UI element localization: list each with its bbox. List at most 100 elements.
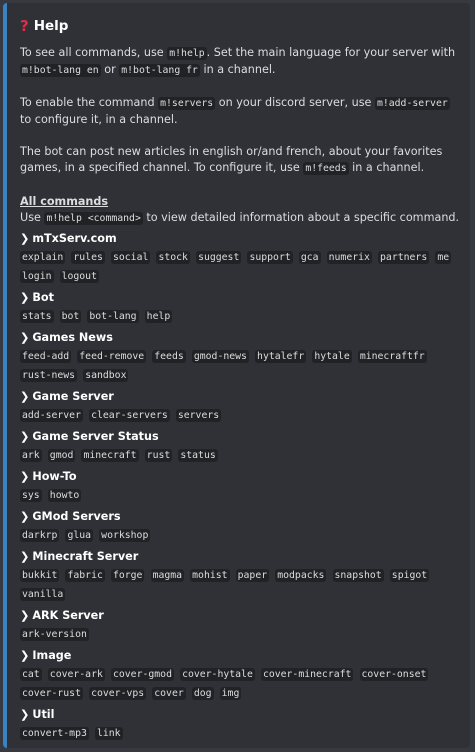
category-name: Game Server Status (32, 430, 159, 443)
help-embed: ? Help To see all commands, use m!help. … (3, 3, 470, 748)
inline-code: m!bot-lang en (20, 64, 101, 77)
command-code: cover (152, 687, 186, 700)
command-code: hytalefr (255, 350, 307, 363)
command-code: suggest (196, 251, 242, 264)
category-name: Util (32, 708, 55, 721)
category-name: Games News (32, 331, 113, 344)
embed-title: ? Help (20, 15, 460, 37)
command-list: add-server clear-servers servers (20, 405, 460, 424)
command-code: rust (144, 449, 173, 462)
command-category: ❯ Util convert-mp3 link (20, 707, 460, 742)
chevron-right-icon: ❯ (20, 430, 30, 443)
chevron-right-icon: ❯ (20, 470, 30, 483)
command-code: sys (20, 489, 42, 502)
command-category: ❯ GMod Servers darkrp glua workshop (20, 509, 460, 544)
category-title: ❯ Util (20, 707, 460, 723)
command-code: minecraftfr (357, 350, 427, 363)
command-code: support (247, 251, 293, 264)
command-list: convert-mp3 link (20, 723, 460, 742)
inline-code: m!add-server (374, 97, 450, 110)
command-code: bot (59, 310, 82, 323)
category-name: Game Server (32, 390, 114, 403)
command-list: bukkit fabric forge magma mohist paper m… (20, 565, 460, 603)
category-title: ❯ GMod Servers (20, 509, 460, 525)
command-code: cover-rust (20, 687, 83, 700)
command-code: add-server (20, 409, 83, 422)
inline-code: m!feeds (303, 162, 349, 175)
category-name: Minecraft Server (32, 550, 139, 563)
chevron-right-icon: ❯ (20, 510, 30, 523)
command-code: partners (378, 251, 430, 264)
command-code: social (110, 251, 151, 264)
command-code: darkrp (20, 529, 60, 542)
chevron-right-icon: ❯ (20, 390, 30, 403)
command-code: stock (156, 251, 190, 264)
command-code: cover-vps (89, 687, 147, 700)
category-name: mTxServ.com (32, 232, 117, 245)
command-code: dog (191, 687, 214, 700)
category-name: Image (32, 649, 72, 662)
command-code: link (94, 727, 123, 740)
command-code: cat (20, 668, 42, 681)
command-code: stats (20, 310, 54, 323)
command-code: spigot (389, 569, 430, 582)
intro-paragraph-3: The bot can post new articles in english… (20, 145, 443, 175)
chevron-right-icon: ❯ (20, 331, 30, 344)
command-code: clear-servers (89, 409, 170, 422)
all-commands-hint: Use m!help <command> to view detailed in… (20, 211, 460, 225)
category-title: ❯ Minecraft Server (20, 549, 460, 565)
command-category: ❯ How-To sys howto (20, 469, 460, 504)
command-code: workshop (99, 529, 151, 542)
chevron-right-icon: ❯ (20, 609, 30, 622)
command-code: feed-remove (77, 350, 147, 363)
command-category: ❯ Game Server add-server clear-servers ser… (20, 389, 460, 424)
command-code: ark (20, 449, 42, 462)
command-list: explain rules social stock suggest suppo… (20, 247, 460, 285)
command-code: explain (20, 251, 66, 264)
command-code: login (20, 270, 54, 283)
command-list: ark-version (20, 624, 460, 643)
command-code: cover-gmod (110, 668, 174, 681)
category-title: ❯ ARK Server (20, 608, 460, 624)
command-list: stats bot bot-lang help (20, 306, 460, 325)
chevron-right-icon: ❯ (20, 232, 30, 245)
command-code: rules (71, 251, 105, 264)
category-name: How-To (32, 470, 77, 483)
command-code: convert-mp3 (20, 727, 89, 740)
command-code: minecraft (81, 449, 139, 462)
category-title: ❯ Game Server Status (20, 429, 460, 445)
intro-paragraph-2: To enable the command m!servers on your … (20, 96, 450, 126)
command-list: ark gmod minecraft rust status (20, 445, 460, 464)
command-code: logout (59, 270, 99, 283)
chevron-right-icon: ❯ (20, 291, 30, 304)
command-category: ❯ ARK Server ark-version (20, 608, 460, 643)
command-code: help (144, 310, 173, 323)
command-code: numerix (326, 251, 372, 264)
command-code: img (219, 687, 242, 700)
command-code: glua (65, 529, 94, 542)
inline-code: m!bot-lang fr (119, 64, 200, 77)
command-list: darkrp glua workshop (20, 525, 460, 544)
command-code: gca (298, 251, 321, 264)
command-code: modpacks (275, 569, 327, 582)
inline-code: m!help (167, 47, 207, 60)
command-code: servers (175, 409, 222, 422)
command-code: howto (47, 489, 82, 502)
command-code: paper (235, 569, 270, 582)
command-code: cover-minecraft (260, 668, 354, 681)
command-category: ❯ Bot stats bot bot-lang help (20, 290, 460, 325)
command-code: cover-onset (359, 668, 429, 681)
command-code: feed-add (20, 350, 72, 363)
command-code: gmod-news (191, 350, 249, 363)
command-code: hytale (312, 350, 352, 363)
command-code: sandbox (83, 369, 129, 382)
command-code: mohist (190, 569, 230, 582)
command-code: forge (110, 569, 145, 582)
category-name: Bot (32, 291, 54, 304)
command-code: me (435, 251, 452, 264)
category-name: GMod Servers (32, 510, 121, 523)
command-categories: ❯ mTxServ.com explain rules social stock s… (20, 231, 460, 742)
command-code: rust-news (20, 369, 78, 382)
category-title: ❯ Games News (20, 330, 460, 346)
command-category: ❯ Minecraft Server bukkit fabric forge mag… (20, 549, 460, 603)
